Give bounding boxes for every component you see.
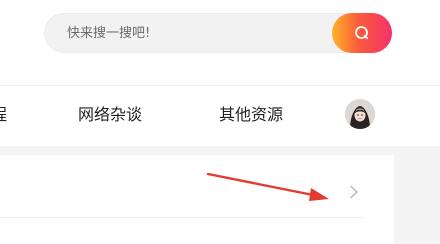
- header: [0, 0, 440, 86]
- nav-item-other-resources[interactable]: 其他资源: [219, 103, 283, 127]
- search-input[interactable]: [67, 14, 327, 52]
- nav-item-cut-off[interactable]: 程: [0, 103, 7, 127]
- chevron-right-icon[interactable]: [349, 184, 359, 203]
- avatar-portrait-icon: [345, 99, 375, 129]
- search-button[interactable]: [332, 13, 392, 53]
- search-icon: [355, 26, 369, 40]
- user-avatar[interactable]: [345, 99, 375, 129]
- red-arrow-annotation: [206, 172, 329, 201]
- row-divider: [0, 217, 364, 218]
- nav-item-network-talk[interactable]: 网络杂谈: [78, 103, 142, 127]
- nav-bar: 程 网络杂谈 其他资源: [0, 86, 440, 146]
- search-box: [44, 13, 392, 53]
- page: 程 网络杂谈 其他资源: [0, 0, 440, 244]
